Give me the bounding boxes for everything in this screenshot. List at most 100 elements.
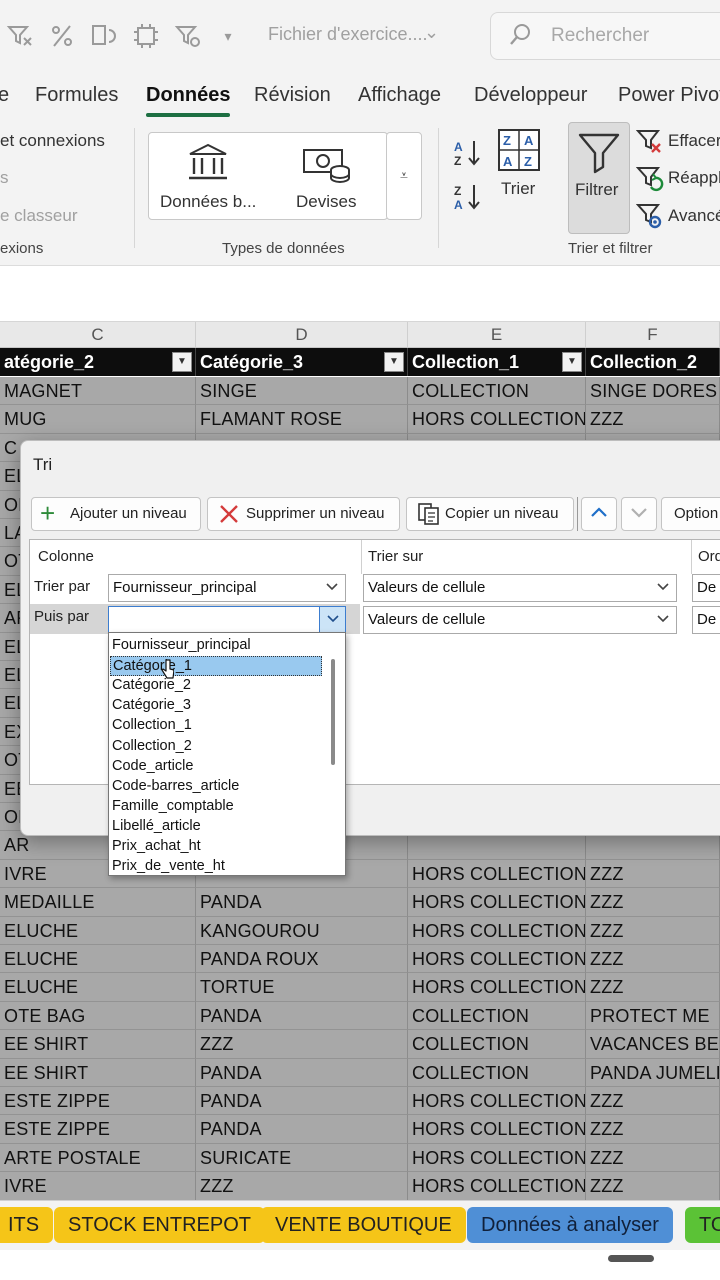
table-cell[interactable]: ELUCHE: [0, 916, 196, 945]
table-cell[interactable]: MUG: [0, 405, 196, 434]
table-cell[interactable]: HORS COLLECTION: [408, 888, 586, 917]
table-cell[interactable]: HORS COLLECTION: [408, 1087, 586, 1116]
filter-button[interactable]: Filtrer: [568, 122, 630, 234]
sort-level-1-column-select[interactable]: Fournisseur_principal: [108, 574, 346, 602]
sheet-tab-to[interactable]: TO: [685, 1207, 720, 1243]
tab-power-pivot[interactable]: Power Pivot: [618, 84, 720, 107]
stocks-data-type-button[interactable]: Données b...: [160, 192, 256, 212]
table-cell[interactable]: ZZZ: [586, 916, 720, 945]
refresh-data-icon[interactable]: [90, 22, 118, 50]
table-cell[interactable]: MEDAILLE: [0, 888, 196, 917]
tab-revision[interactable]: Révision: [254, 84, 331, 107]
autofilter-dropdown-icon[interactable]: ▼: [562, 352, 582, 372]
table-cell[interactable]: SINGE DORES: [586, 377, 720, 406]
table-cell[interactable]: HORS COLLECTION: [408, 945, 586, 974]
dropdown-option[interactable]: Prix_achat_ht: [110, 837, 322, 857]
column-header-d[interactable]: D: [196, 322, 408, 348]
table-cell[interactable]: VACANCES BEA: [586, 1030, 720, 1059]
dropdown-option[interactable]: Collection_2: [110, 737, 322, 757]
sort-level-2-order-select[interactable]: De: [692, 606, 720, 634]
tab-donnees[interactable]: Données: [146, 84, 231, 117]
table-cell[interactable]: ELUCHE: [0, 945, 196, 974]
table-cell[interactable]: PANDA ROUX: [196, 945, 408, 974]
table-cell[interactable]: HORS COLLECTION: [408, 405, 586, 434]
table-cell[interactable]: HORS COLLECTION: [408, 1172, 586, 1201]
table-cell[interactable]: ZZZ: [586, 405, 720, 434]
dropdown-option[interactable]: Catégorie_3: [110, 696, 322, 716]
data-types-more-button[interactable]: ⩡: [386, 132, 422, 220]
delete-level-button[interactable]: Supprimer un niveau: [207, 497, 400, 531]
table-cell[interactable]: MAGNET: [0, 377, 196, 406]
table-cell[interactable]: PANDA: [196, 1058, 408, 1087]
sort-level-1-order-select[interactable]: De: [692, 574, 720, 602]
file-title[interactable]: Fichier d'exercice....: [268, 24, 428, 45]
clear-filter-icon[interactable]: [6, 22, 34, 50]
table-cell[interactable]: PANDA: [196, 1001, 408, 1031]
move-down-button[interactable]: [621, 497, 657, 531]
tab-formules[interactable]: Formules: [35, 84, 118, 107]
dropdown-option[interactable]: Prix_de_vente_ht: [110, 857, 322, 875]
sort-level-1-sort-on-select[interactable]: Valeurs de cellule: [363, 574, 677, 602]
table-cell[interactable]: PANDA: [196, 888, 408, 917]
table-cell[interactable]: COLLECTION: [408, 1001, 586, 1031]
column-header-c[interactable]: C: [0, 322, 196, 348]
queries-connections-button[interactable]: et connexions: [0, 131, 105, 151]
properties-button[interactable]: s: [0, 168, 9, 188]
tab-developpeur[interactable]: Développeur: [474, 84, 587, 107]
table-cell[interactable]: ZZZ: [586, 1115, 720, 1144]
table-cell[interactable]: ZZZ: [586, 1172, 720, 1201]
table-cell[interactable]: PROTECT ME: [586, 1001, 720, 1031]
table-cell[interactable]: IVRE: [0, 1172, 196, 1201]
sort-z-to-a-icon[interactable]: ZA: [452, 182, 484, 217]
select-object-icon[interactable]: [132, 22, 160, 50]
sheet-tab-its[interactable]: ITS: [0, 1207, 54, 1243]
table-cell[interactable]: ZZZ: [196, 1030, 408, 1059]
tab-affichage[interactable]: Affichage: [358, 84, 441, 107]
table-cell[interactable]: ZZZ: [586, 973, 720, 1002]
currencies-data-type-button[interactable]: Devises: [296, 192, 356, 212]
column-header-f[interactable]: F: [586, 322, 720, 348]
table-cell[interactable]: COLLECTION: [408, 1030, 586, 1059]
dropdown-option[interactable]: Code_article: [110, 757, 322, 777]
formula-bar[interactable]: [0, 266, 720, 322]
table-cell[interactable]: COLLECTION: [408, 377, 586, 406]
search-input[interactable]: Rechercher: [490, 12, 720, 60]
table-cell[interactable]: ZZZ: [586, 1087, 720, 1116]
clear-button[interactable]: Effacer: [668, 131, 720, 151]
table-cell[interactable]: ARTE POSTALE: [0, 1143, 196, 1173]
dropdown-option[interactable]: Code-barres_article: [110, 777, 322, 797]
home-indicator[interactable]: [608, 1255, 654, 1262]
options-button[interactable]: Option: [661, 497, 720, 531]
table-cell[interactable]: ZZZ: [586, 888, 720, 917]
dropdown-option[interactable]: Catégorie_2: [110, 676, 322, 696]
move-up-button[interactable]: [581, 497, 617, 531]
table-cell[interactable]: PANDA JUMELL: [586, 1058, 720, 1087]
table-cell[interactable]: PANDA: [196, 1087, 408, 1116]
autofilter-dropdown-icon[interactable]: ▼: [384, 352, 404, 372]
advanced-button[interactable]: Avancé: [668, 206, 720, 226]
table-cell[interactable]: TORTUE: [196, 973, 408, 1002]
dropdown-option[interactable]: Catégorie_1: [110, 656, 322, 677]
percent-icon[interactable]: [48, 22, 76, 50]
table-cell[interactable]: OTE BAG: [0, 1001, 196, 1031]
sort-level-2-column-select[interactable]: [108, 606, 346, 634]
table-cell[interactable]: HORS COLLECTION: [408, 973, 586, 1002]
column-header-e[interactable]: E: [408, 322, 586, 348]
sheet-tab-vente-boutique[interactable]: VENTE BOUTIQUE: [261, 1207, 466, 1243]
table-cell[interactable]: ZZZ: [196, 1172, 408, 1201]
copy-level-button[interactable]: Copier un niveau: [406, 497, 574, 531]
table-cell[interactable]: HORS COLLECTION: [408, 916, 586, 945]
table-cell[interactable]: PANDA: [196, 1115, 408, 1144]
refresh-filter-icon[interactable]: [174, 22, 202, 50]
autofilter-dropdown-icon[interactable]: ▼: [172, 352, 192, 372]
table-cell[interactable]: EE SHIRT: [0, 1058, 196, 1087]
dropdown-option[interactable]: Famille_comptable: [110, 797, 322, 817]
table-cell[interactable]: KANGOUROU: [196, 916, 408, 945]
tab-accueil[interactable]: e: [0, 84, 9, 107]
customize-qat-icon[interactable]: ▾: [214, 22, 242, 50]
table-cell[interactable]: ELUCHE: [0, 973, 196, 1002]
reapply-button[interactable]: Réappl: [668, 168, 720, 188]
table-cell[interactable]: EE SHIRT: [0, 1030, 196, 1059]
table-cell[interactable]: SURICATE: [196, 1143, 408, 1173]
table-cell[interactable]: COLLECTION: [408, 1058, 586, 1087]
